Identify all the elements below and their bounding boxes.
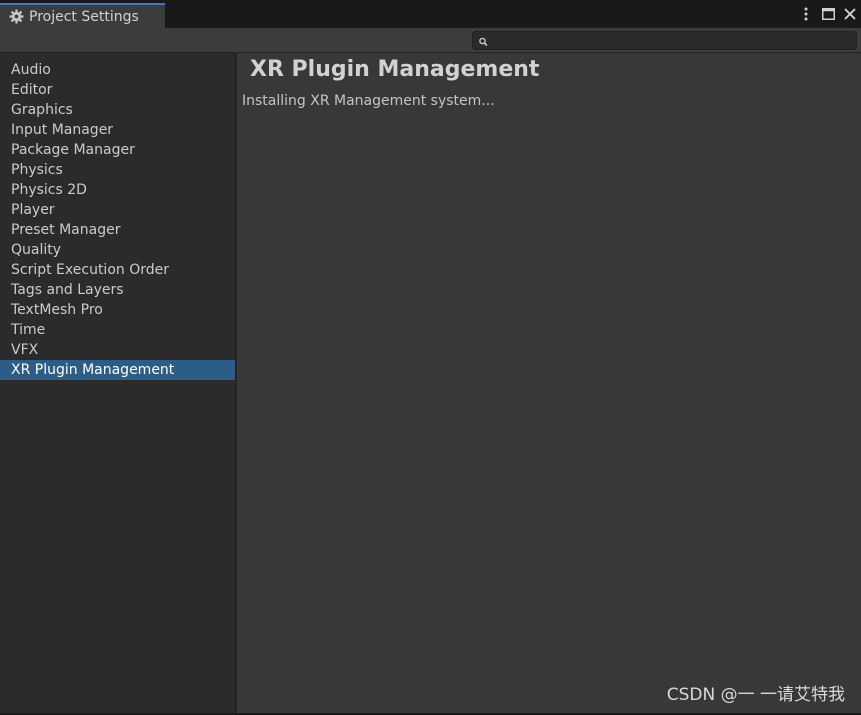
search-field[interactable] (472, 31, 857, 50)
window-controls (795, 4, 861, 24)
search-input[interactable] (491, 32, 856, 49)
sidebar-item-physics-2d[interactable]: Physics 2D (0, 180, 235, 200)
sidebar-item-physics[interactable]: Physics (0, 160, 235, 180)
project-settings-window: Project Settings Audio Editor Graphics I… (0, 0, 861, 715)
tab-project-settings[interactable]: Project Settings (0, 3, 165, 28)
sidebar-item-quality[interactable]: Quality (0, 240, 235, 260)
close-icon[interactable] (839, 4, 861, 24)
sidebar-item-package-manager[interactable]: Package Manager (0, 140, 235, 160)
watermark-text: CSDN @一 一请艾特我 (666, 685, 845, 705)
sidebar-item-xr-plugin-management[interactable]: XR Plugin Management (0, 360, 235, 380)
gear-icon (9, 9, 24, 24)
sidebar-item-preset-manager[interactable]: Preset Manager (0, 220, 235, 240)
sidebar-item-tags-and-layers[interactable]: Tags and Layers (0, 280, 235, 300)
sidebar-item-textmesh-pro[interactable]: TextMesh Pro (0, 300, 235, 320)
settings-sidebar: Audio Editor Graphics Input Manager Pack… (0, 53, 236, 500)
sidebar-item-audio[interactable]: Audio (0, 60, 235, 80)
sidebar-item-player[interactable]: Player (0, 200, 235, 220)
maximize-icon[interactable] (817, 4, 839, 24)
page-title: XR Plugin Management (250, 57, 540, 82)
sidebar-item-script-execution-order[interactable]: Script Execution Order (0, 260, 235, 280)
sidebar-item-editor[interactable]: Editor (0, 80, 235, 100)
settings-content-panel: XR Plugin Management Installing XR Manag… (237, 53, 861, 713)
toolbar (0, 28, 861, 53)
tab-bar: Project Settings (0, 0, 861, 28)
sidebar-item-time[interactable]: Time (0, 320, 235, 340)
more-options-icon[interactable] (795, 4, 817, 24)
sidebar-item-input-manager[interactable]: Input Manager (0, 120, 235, 140)
search-icon (477, 34, 491, 48)
sidebar-empty-area (0, 500, 236, 715)
tab-title: Project Settings (29, 8, 139, 25)
install-status-text: Installing XR Management system... (242, 93, 495, 109)
sidebar-item-vfx[interactable]: VFX (0, 340, 235, 360)
sidebar-item-graphics[interactable]: Graphics (0, 100, 235, 120)
